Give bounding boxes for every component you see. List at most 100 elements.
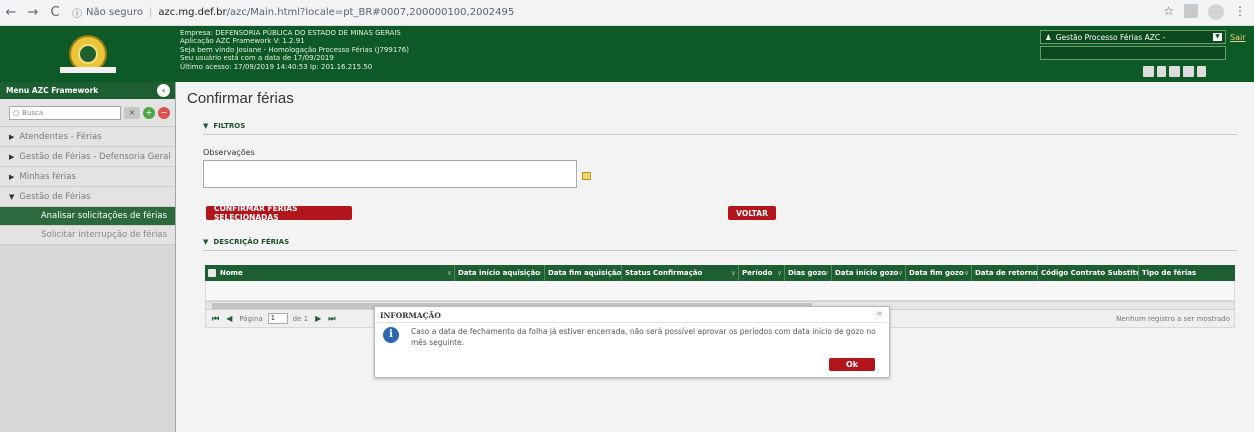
dialog-message: Caso a data de fechamento da folha já es… xyxy=(411,327,876,347)
chevron-down-icon[interactable]: ▼ xyxy=(1213,33,1222,41)
search-placeholder: Busca xyxy=(22,108,44,117)
profile-avatar[interactable] xyxy=(1208,4,1224,20)
sidebar-header: Menu AZC Framework ‹ xyxy=(0,82,175,99)
header-line: Último acesso: 17/09/2019 14:40:53 Ip: 2… xyxy=(180,62,373,71)
sidebar: Menu AZC Framework ‹ ○ Busca × + − ▶ Ate… xyxy=(0,82,176,432)
not-secure-label: Não seguro xyxy=(86,7,143,18)
header-line: Seja bem vindo Josiane - Homologação Pro… xyxy=(180,45,409,54)
star-icon[interactable]: ☆ xyxy=(1163,4,1174,20)
document-icon[interactable] xyxy=(1143,66,1154,77)
book-icon[interactable] xyxy=(1197,66,1206,77)
expand-all-button[interactable]: + xyxy=(143,106,155,119)
close-icon[interactable]: × xyxy=(876,309,883,318)
edit-note-icon[interactable] xyxy=(582,172,591,180)
header-line: Seu usuário está com a data de 17/09/201… xyxy=(180,54,334,63)
back-button[interactable]: VOLTAR xyxy=(728,206,776,220)
url-host: azc.mg.def.br xyxy=(158,7,227,18)
sidebar-item-defensoria[interactable]: ▶ Gestão de Férias - Defensoria Geral xyxy=(0,147,175,167)
address-bar[interactable]: ⓘ Não seguro | azc.mg.def.br /azc/Main.h… xyxy=(72,3,1212,23)
page-title: Confirmar férias xyxy=(187,90,294,107)
tools-icon[interactable] xyxy=(1157,66,1166,77)
search-input[interactable]: ○ Busca xyxy=(9,105,121,120)
chevron-down-icon: ▼ xyxy=(9,192,15,201)
sidebar-item-minhas-ferias[interactable]: ▶ Minhas férias xyxy=(0,167,175,187)
divider xyxy=(378,322,886,323)
forward-arrow-icon[interactable]: → xyxy=(22,5,44,20)
sidebar-item-gestao-ferias[interactable]: ▼ Gestão de Férias xyxy=(0,187,175,207)
browser-toolbar: ← → C ⓘ Não seguro | azc.mg.def.br /azc/… xyxy=(0,0,1254,26)
next-page-icon[interactable]: ▶ xyxy=(315,314,321,323)
page-input[interactable]: 1 xyxy=(267,313,288,324)
url-path: /azc/Main.html?locale=pt_BR#0007,2000001… xyxy=(226,7,515,18)
menu-icon[interactable]: ⋮ xyxy=(1234,4,1246,20)
header-icons xyxy=(1143,66,1206,77)
collapse-icon[interactable]: ‹ xyxy=(157,84,170,97)
select-all-icon[interactable] xyxy=(208,269,216,277)
reload-icon[interactable]: C xyxy=(44,5,66,20)
grid-header: Nome ∨ Data início aquisição ∨ Data fim aq… xyxy=(205,265,1235,281)
header-secondary-field xyxy=(1040,46,1226,60)
column-status-confirmacao[interactable]: Status Confirmação ∨ xyxy=(622,265,739,281)
mail-icon[interactable] xyxy=(1169,66,1180,77)
info-dialog: INFORMAÇÃO × i Caso a data de fechamento… xyxy=(374,306,890,378)
collapse-all-button[interactable]: − xyxy=(158,106,170,119)
sidebar-title: Menu AZC Framework xyxy=(6,86,99,95)
chevron-right-icon: ▶ xyxy=(9,172,15,181)
search-icon: ○ xyxy=(13,108,20,117)
divider xyxy=(203,134,1237,135)
back-arrow-icon[interactable]: ← xyxy=(0,5,22,20)
info-icon: i xyxy=(383,327,399,343)
column-data-retorno[interactable]: Data de retorno ∨ xyxy=(972,265,1038,281)
chevron-down-icon: ▼ xyxy=(203,122,209,130)
app-select-value: Gestão Processo Férias AZC - xyxy=(1055,32,1166,42)
chevron-right-icon: ▶ xyxy=(9,152,15,161)
column-data-inicio-gozo[interactable]: Data início gozo ∨ xyxy=(832,265,906,281)
sidebar-subitem-label: Analisar solicitações de férias xyxy=(40,211,167,221)
sidebar-item-atendentes[interactable]: ▶ Atendentes - Férias xyxy=(0,127,175,147)
page-label: Página xyxy=(239,314,263,323)
sidebar-subitem-interrupcao[interactable]: Solicitar interrupção de férias xyxy=(0,226,175,245)
logo xyxy=(0,26,176,82)
logout-link[interactable]: Sair xyxy=(1230,33,1246,42)
main-content: Confirmar férias ▼ FILTROS Observações C… xyxy=(177,82,1254,432)
header-line: Aplicação AZC Framework V: 1.2.91 xyxy=(180,37,305,46)
divider xyxy=(203,250,1237,251)
extension-icon[interactable] xyxy=(1184,4,1198,18)
app-header: Empresa: DEFENSORIA PÚBLICA DO ESTADO DE… xyxy=(0,26,1254,82)
column-dias-gozo[interactable]: Dias gozo ∨ xyxy=(785,265,832,281)
observations-textarea[interactable] xyxy=(203,160,577,188)
sidebar-subitem-label: Solicitar interrupção de férias xyxy=(41,230,167,240)
of-label: de 1 xyxy=(292,314,309,323)
sidebar-subitem-analisar[interactable]: Analisar solicitações de férias xyxy=(0,207,175,226)
clear-search-button[interactable]: × xyxy=(124,106,140,119)
empty-message: Nenhum registro a ser mostrado xyxy=(1116,315,1230,323)
description-section-toggle[interactable]: ▼ DESCRIÇÃO FÉRIAS xyxy=(203,238,289,246)
column-data-fim-aquisicao[interactable]: Data fim aquisição ∨ xyxy=(545,265,622,281)
app-select[interactable]: ♟ Gestão Processo Férias AZC - ▼ xyxy=(1040,30,1226,44)
column-codigo-contrato[interactable]: Código Contrato Substituto xyxy=(1038,265,1139,281)
header-line: Empresa: DEFENSORIA PÚBLICA DO ESTADO DE… xyxy=(180,29,401,37)
chevron-right-icon: ▶ xyxy=(9,132,15,141)
column-periodo[interactable]: Período ∨ xyxy=(739,265,785,281)
chevron-down-icon: ▼ xyxy=(203,238,209,246)
url-separator: | xyxy=(148,7,153,18)
sidebar-item-label: Minhas férias xyxy=(19,171,76,182)
sidebar-item-label: Gestão de Férias - Defensoria Geral xyxy=(19,151,171,162)
first-page-icon[interactable]: ⏮ xyxy=(212,314,219,324)
filters-section-toggle[interactable]: ▼ FILTROS xyxy=(203,122,245,130)
sidebar-item-label: Atendentes - Férias xyxy=(19,131,102,142)
prev-page-icon[interactable]: ◀ xyxy=(226,314,232,323)
column-data-inicio-aquisicao[interactable]: Data início aquisição ∨ xyxy=(455,265,545,281)
info-icon: ⓘ xyxy=(72,9,82,20)
column-nome[interactable]: Nome ∨ xyxy=(205,265,455,281)
column-data-fim-gozo[interactable]: Data fim gozo ∨ xyxy=(906,265,972,281)
ok-button[interactable]: Ok xyxy=(829,358,875,371)
header-info: Empresa: DEFENSORIA PÚBLICA DO ESTADO DE… xyxy=(180,29,409,71)
last-page-icon[interactable]: ⏭ xyxy=(328,314,335,324)
calendar-icon[interactable] xyxy=(1183,66,1194,77)
confirm-selected-button[interactable]: CONFIRMAR FÉRIAS SELECIONADAS xyxy=(206,204,352,222)
sidebar-item-label: Gestão de Férias xyxy=(19,191,91,202)
grid-body xyxy=(205,281,1235,301)
logo-banner xyxy=(60,67,116,73)
column-tipo-ferias[interactable]: Tipo de férias xyxy=(1139,265,1235,281)
